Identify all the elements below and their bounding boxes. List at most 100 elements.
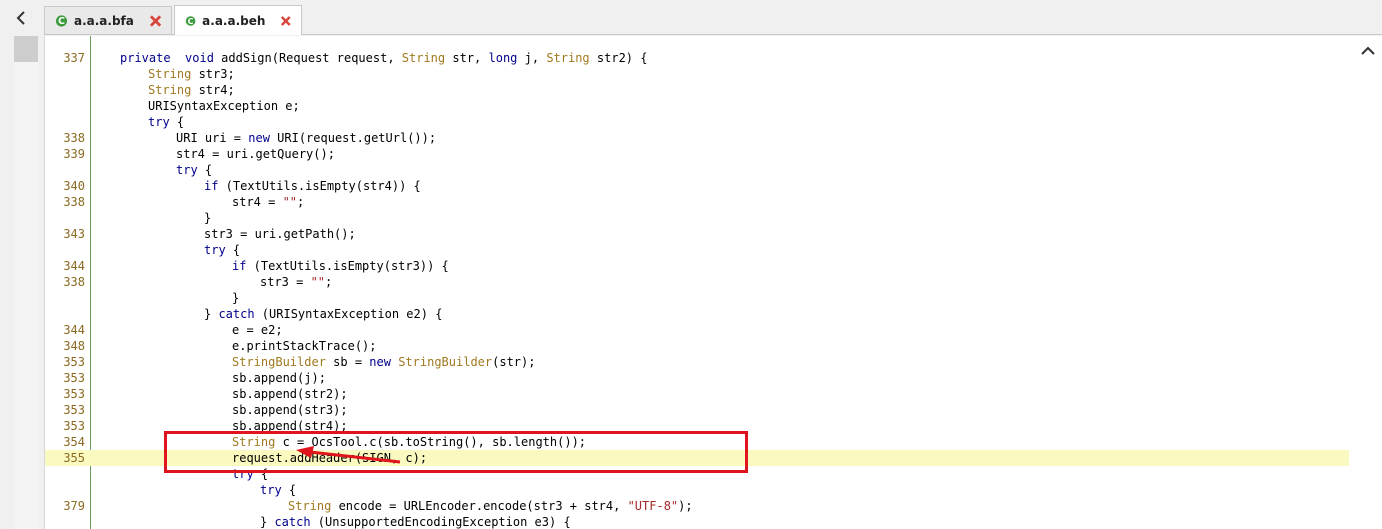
code-token: try [204,243,226,257]
code-line[interactable]: 337 private void addSign(Request request,… [45,50,1349,66]
code-token: } [204,307,219,321]
code-line[interactable]: 343 str3 = uri.getPath(); [45,226,1349,242]
line-number: 353 [63,419,85,433]
code-line[interactable]: try { [45,242,1349,258]
code-token: "UTF-8" [627,499,679,513]
code-token: String [148,83,192,97]
code-token: sb.append(str3); [232,403,348,417]
code-token: String [546,51,590,65]
code-token: if [204,179,219,193]
code-line[interactable]: 344 e = e2; [45,322,1349,338]
code-token: (UnsupportedEncodingException e3) { [310,515,571,529]
code-line[interactable]: try { [45,114,1349,130]
code-line[interactable]: 379 String encode = URLEncoder.encode(str… [45,498,1349,514]
chevron-up-icon[interactable] [1361,46,1375,56]
code-line[interactable]: } [45,290,1349,306]
code-line[interactable]: 338 URI uri = new URI(request.getUrl()); [45,130,1349,146]
code-token: private [120,51,171,65]
code-line[interactable]: String str3; [45,66,1349,82]
code-text: sb.append(j); [232,370,326,386]
code-token: URISyntaxException e; [148,99,300,113]
editor-scrollbar[interactable] [1353,36,1382,529]
code-token: String [148,67,192,81]
code-line[interactable]: 340 if (TextUtils.isEmpty(str4)) { [45,178,1349,194]
code-token: if [232,259,247,273]
code-text: String str4; [148,82,235,98]
code-text: private void addSign(Request request, St… [120,50,647,66]
code-text: sb.append(str3); [232,402,348,418]
code-token: encode = URLEncoder.encode(str3 + str4, [331,499,628,513]
code-line[interactable]: } [45,210,1349,226]
code-line[interactable]: 353 sb.append(j); [45,370,1349,386]
code-text: sb.append(str2); [232,386,348,402]
code-text: try { [176,162,212,178]
code-line[interactable]: } catch (UnsupportedEncodingException e3… [45,514,1349,529]
outer-scrollbar[interactable] [14,36,38,529]
code-line[interactable]: 353 sb.append(str3); [45,402,1349,418]
code-token: (TextUtils.isEmpty(str3)) { [246,259,449,273]
code-line[interactable]: 338 str4 = ""; [45,194,1349,210]
code-token: try [260,483,282,497]
code-token: str3 = [260,275,311,289]
code-token: { [169,115,185,129]
line-number: 337 [63,51,85,65]
code-token: } [204,211,212,225]
code-line[interactable]: 338 str3 = ""; [45,274,1349,290]
chevron-left-icon [16,11,25,25]
line-number: 354 [63,435,85,449]
code-line[interactable]: 339 str4 = uri.getQuery(); [45,146,1349,162]
code-line[interactable]: try { [45,162,1349,178]
code-text: try { [260,482,296,498]
line-number: 355 [63,451,85,465]
tab-scroll-left-button[interactable] [0,0,42,36]
close-x-icon[interactable] [149,14,161,27]
code-line[interactable]: 353 sb.append(str2); [45,386,1349,402]
code-token: } [260,515,275,529]
code-token: { [225,243,241,257]
code-text: if (TextUtils.isEmpty(str4)) { [204,178,421,194]
annotation-arrow-icon [296,446,401,464]
code-token: (URISyntaxException e2) { [254,307,443,321]
code-token: str3 = uri.getPath(); [204,227,356,241]
code-text: } catch (URISyntaxException e2) { [204,306,442,322]
tab-a-a-a-beh[interactable]: C a.a.a.beh [174,5,302,35]
code-token: try [148,115,170,129]
code-token: { [197,163,213,177]
code-token: addSign(Request request, [213,51,402,65]
code-token: sb.append(str2); [232,387,348,401]
close-x-icon[interactable] [281,15,291,27]
line-number: 353 [63,387,85,401]
code-token: long [488,51,518,65]
line-number: 343 [63,227,85,241]
code-text: StringBuilder sb = new StringBuilder(str… [232,354,535,370]
tab-label: a.a.a.bfa [73,13,134,28]
tab-a-a-a-bfa[interactable]: C a.a.a.bfa [44,6,172,34]
code-token: new [248,131,270,145]
code-text: e.printStackTrace(); [232,338,377,354]
code-token: String [288,499,332,513]
line-number: 344 [63,259,85,273]
code-token: str4 = [232,195,283,209]
code-token: j, [517,51,547,65]
line-number: 338 [63,195,85,209]
code-text: e = e2; [232,322,283,338]
outer-scrollbar-thumb[interactable] [14,36,38,62]
code-text: String encode = URLEncoder.encode(str3 +… [288,498,693,514]
code-line[interactable]: String str4; [45,82,1349,98]
code-text: str4 = ""; [232,194,304,210]
code-line[interactable]: 348 e.printStackTrace(); [45,338,1349,354]
code-token: sb.append(j); [232,371,326,385]
code-token: ; [297,195,305,209]
svg-text:C: C [188,16,194,25]
code-text: if (TextUtils.isEmpty(str3)) { [232,258,449,274]
code-token: (str); [492,355,536,369]
code-line[interactable]: } catch (URISyntaxException e2) { [45,306,1349,322]
code-line[interactable]: 353 StringBuilder sb = new StringBuilder(… [45,354,1349,370]
line-number: 348 [63,339,85,353]
code-line[interactable]: URISyntaxException e; [45,98,1349,114]
code-token: ); [678,499,693,513]
code-line[interactable]: try { [45,482,1349,498]
code-line[interactable]: 344 if (TextUtils.isEmpty(str3)) { [45,258,1349,274]
code-text: } catch (UnsupportedEncodingException e3… [260,514,571,529]
svg-text:C: C [58,16,65,27]
